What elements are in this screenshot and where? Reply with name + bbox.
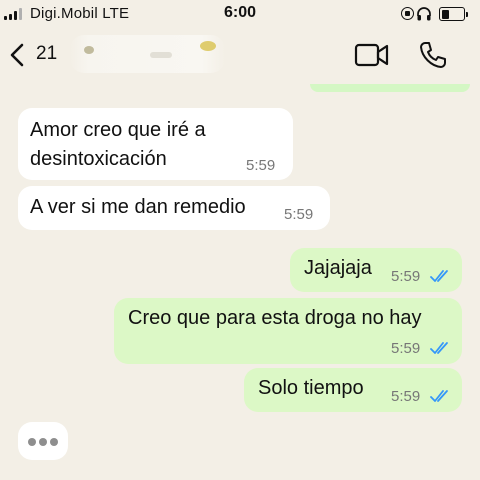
message-bubble-outgoing[interactable]: Creo que para esta droga no hay 5:59 — [114, 298, 462, 364]
message-time: 5:59 — [246, 157, 276, 174]
status-bar: Digi.Mobil LTE 6:00 — [0, 0, 480, 28]
message-text: A ver si me dan remedio — [30, 196, 246, 218]
contact-info-redacted[interactable] — [70, 35, 225, 73]
read-ticks-icon — [430, 342, 448, 354]
message-text: Solo tiempo — [258, 377, 364, 399]
message-time: 5:59 — [284, 206, 314, 223]
typing-dot — [28, 438, 36, 446]
message-text: Jajajaja — [304, 257, 372, 279]
read-ticks-icon — [430, 270, 448, 282]
message-bubble-incoming[interactable]: A ver si me dan remedio 5:59 — [18, 186, 330, 230]
typing-dot — [50, 438, 58, 446]
redaction-mark — [150, 52, 172, 58]
message-text: Amor creo que iré a desintoxicación — [30, 119, 206, 170]
message-time: 5:59 — [391, 268, 421, 285]
avatar[interactable] — [84, 46, 94, 54]
message-text: Creo que para esta droga no hay — [128, 307, 422, 329]
battery-icon — [439, 7, 468, 21]
chat-header: 21 — [0, 28, 480, 84]
previous-message-edge — [310, 84, 470, 92]
rotation-lock-icon — [401, 7, 414, 20]
redaction-mark — [200, 41, 216, 51]
typing-dot — [39, 438, 47, 446]
message-time: 5:59 — [391, 388, 421, 405]
message-bubble-outgoing[interactable]: Solo tiempo 5:59 — [244, 368, 462, 412]
phone-call-icon[interactable] — [418, 40, 448, 70]
back-chevron-icon[interactable] — [6, 42, 30, 68]
video-call-icon[interactable] — [354, 42, 390, 68]
message-time: 5:59 — [391, 340, 421, 357]
typing-indicator — [18, 422, 68, 460]
message-bubble-incoming[interactable]: Amor creo que iré a desintoxicación 5:59 — [18, 108, 293, 180]
read-ticks-icon — [430, 390, 448, 402]
headphones-icon — [417, 7, 431, 21]
unread-count[interactable]: 21 — [36, 43, 57, 65]
message-bubble-outgoing[interactable]: Jajajaja 5:59 — [290, 248, 462, 292]
